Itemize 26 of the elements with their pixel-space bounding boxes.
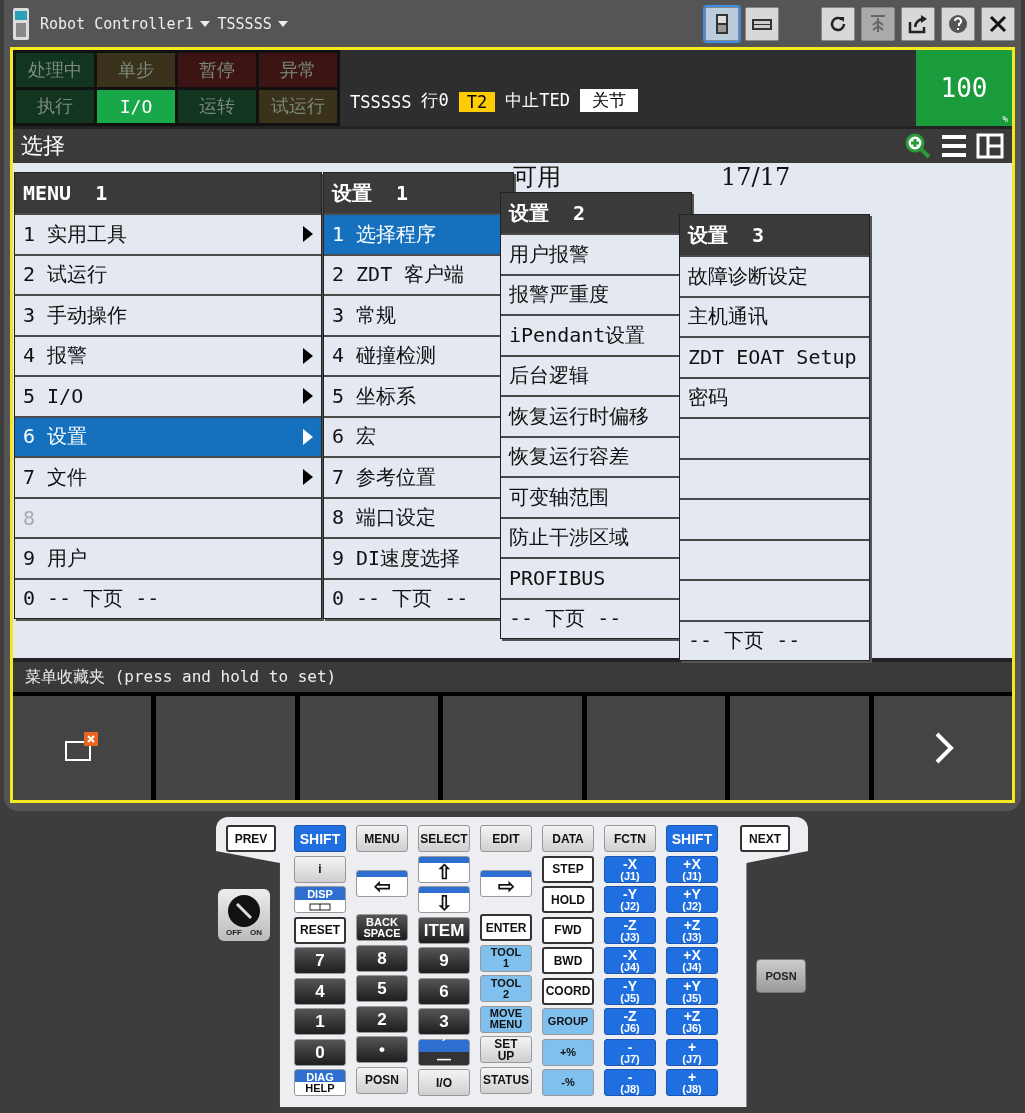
mode-badge: T2 bbox=[458, 92, 496, 112]
menu-page: 1 bbox=[95, 181, 108, 205]
status-lamp: 运转 bbox=[178, 89, 256, 123]
menu-title: 设置 bbox=[332, 179, 372, 207]
override-value: 100 bbox=[940, 73, 988, 103]
menu-page: 2 bbox=[573, 201, 586, 225]
line-number: 行0 bbox=[421, 89, 449, 112]
background-text: 17/17 bbox=[721, 165, 791, 189]
menu-page: 3 bbox=[752, 223, 765, 247]
status-lamp: 单步 bbox=[97, 53, 175, 87]
switch-label: ON bbox=[250, 927, 262, 937]
program-state: 中止TED bbox=[505, 89, 570, 112]
switch-label: OFF bbox=[226, 927, 242, 937]
menu-title: MENU bbox=[23, 181, 72, 205]
status-lamp: 暂停 bbox=[178, 53, 256, 87]
status-lamp: 异常 bbox=[259, 53, 337, 87]
menu-title: 设置 bbox=[688, 221, 728, 249]
status-lamp: 试运行 bbox=[259, 89, 337, 123]
status-lamp: I/O bbox=[97, 89, 175, 123]
menu-page: 1 bbox=[396, 181, 409, 205]
override-unit: % bbox=[1002, 114, 1008, 124]
screen-title: 选择 bbox=[21, 132, 65, 160]
coord-badge: 关节 bbox=[579, 89, 638, 112]
status-lamp: 执行 bbox=[16, 89, 94, 123]
status-lamp: 处理中 bbox=[16, 53, 94, 87]
program-name: TSSSSS bbox=[350, 92, 412, 112]
